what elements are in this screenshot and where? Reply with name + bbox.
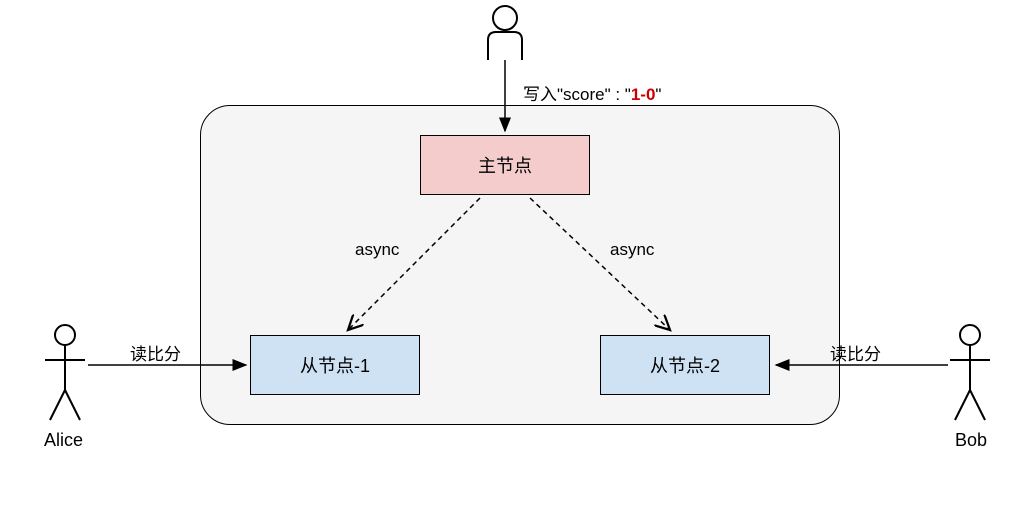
- replica-node-2: 从节点-2: [600, 335, 770, 395]
- write-suffix: ": [655, 85, 661, 104]
- read-label-alice: 读比分: [130, 340, 181, 365]
- async-label-1: async: [355, 240, 399, 260]
- async-label-2: async: [610, 240, 654, 260]
- referee-icon: [488, 6, 522, 60]
- replica-2-label: 从节点-2: [650, 352, 720, 378]
- replica-1-label: 从节点-1: [300, 352, 370, 378]
- read-label-bob: 读比分: [830, 340, 881, 365]
- primary-node-label: 主节点: [478, 152, 532, 178]
- alice-label: Alice: [44, 430, 83, 451]
- bob-label: Bob: [955, 430, 987, 451]
- replica-node-1: 从节点-1: [250, 335, 420, 395]
- write-prefix: 写入"score" : ": [523, 85, 631, 104]
- write-label: 写入"score" : "1-0": [523, 80, 661, 105]
- alice-icon: [45, 325, 85, 420]
- bob-icon: [950, 325, 990, 420]
- write-value: 1-0: [631, 85, 656, 104]
- primary-node: 主节点: [420, 135, 590, 195]
